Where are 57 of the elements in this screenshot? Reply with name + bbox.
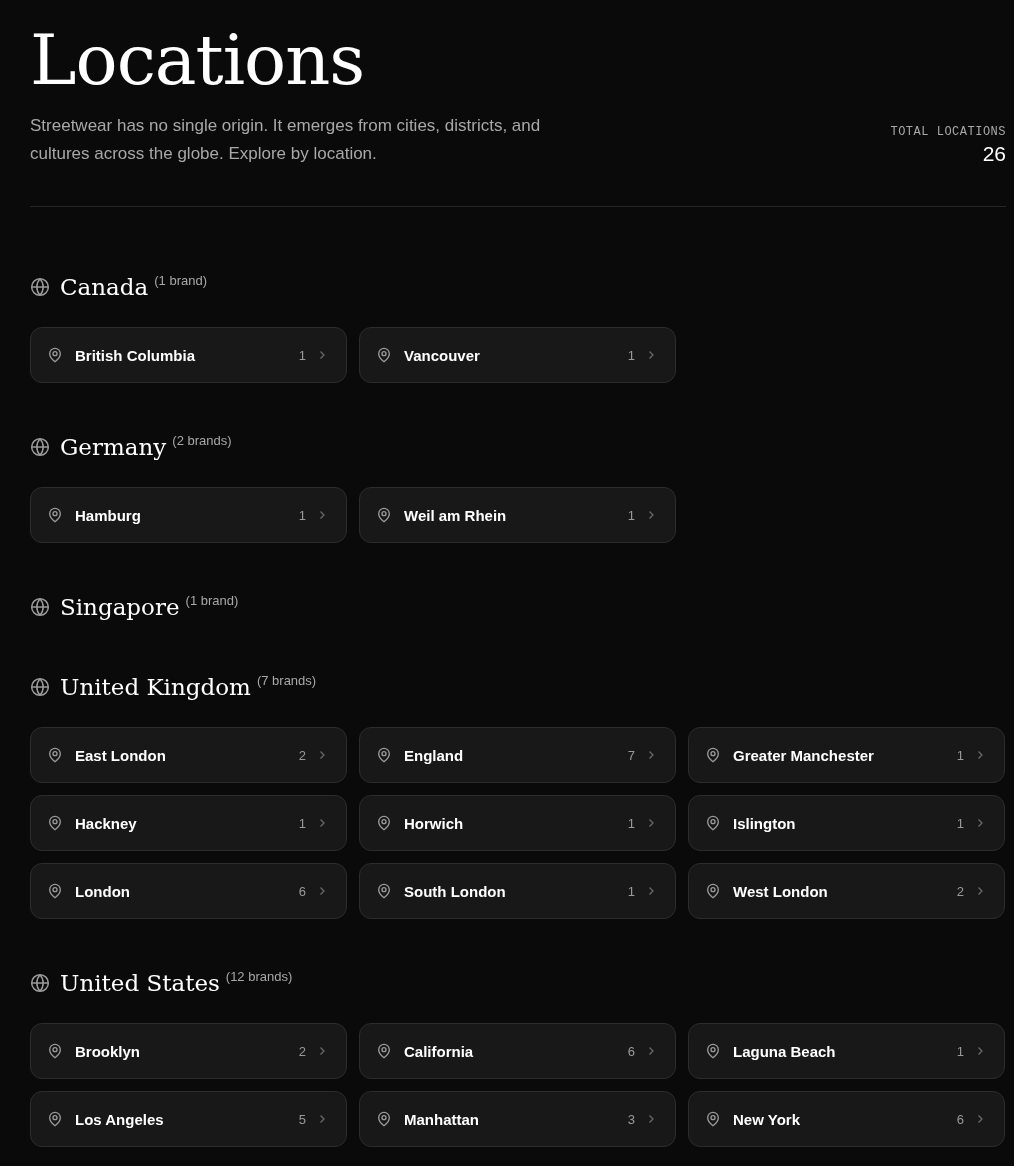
map-pin-icon [376, 507, 392, 523]
location-card[interactable]: Laguna Beach 1 [688, 1023, 1005, 1079]
country-heading: United Kingdom [60, 674, 251, 700]
map-pin-icon [47, 507, 63, 523]
location-card[interactable]: Greater Manchester 1 [688, 727, 1005, 783]
map-pin-icon [47, 347, 63, 363]
location-card[interactable]: California 6 [359, 1023, 676, 1079]
country-heading: Canada [60, 274, 149, 300]
map-pin-icon [47, 747, 63, 763]
total-value: 26 [982, 142, 1006, 166]
map-pin-icon [376, 1111, 392, 1127]
map-pin-icon [376, 747, 392, 763]
map-pin-icon [47, 883, 63, 899]
location-card[interactable]: London 6 [30, 863, 347, 919]
globe-icon [30, 277, 50, 297]
page-description: Streetwear has no single origin. It emerges from cities, districts, and cultures across the globe. Explore by location. [30, 115, 542, 165]
country-heading: Singapore [60, 594, 180, 620]
globe-icon [30, 973, 50, 993]
map-pin-icon [376, 883, 392, 899]
brand-count: (12 brands) [225, 969, 293, 984]
location-card[interactable]: West London 2 [688, 863, 1005, 919]
location-card[interactable]: Los Angeles 5 [30, 1091, 347, 1147]
location-card[interactable]: Islington 1 [688, 795, 1005, 851]
map-pin-icon [705, 1043, 721, 1059]
location-card[interactable]: England 7 [359, 727, 676, 783]
map-pin-icon [47, 1111, 63, 1127]
map-pin-icon [47, 815, 63, 831]
location-card[interactable]: Weil am Rhein 1 [359, 487, 676, 543]
map-pin-icon [376, 1043, 392, 1059]
map-pin-icon [705, 1111, 721, 1127]
map-pin-icon [705, 883, 721, 899]
location-card[interactable]: British Columbia 1 [30, 327, 347, 383]
brand-count: (1 brand) [185, 593, 239, 608]
total-label: TOTAL LOCATIONS [890, 125, 1006, 139]
location-card[interactable]: Manhattan 3 [359, 1091, 676, 1147]
location-card[interactable]: Brooklyn 2 [30, 1023, 347, 1079]
page-title: Locations [30, 18, 366, 103]
brand-count: (2 brands) [172, 433, 232, 448]
map-pin-icon [47, 1043, 63, 1059]
map-pin-icon [376, 347, 392, 363]
map-pin-icon [705, 815, 721, 831]
globe-icon [30, 437, 50, 457]
globe-icon [30, 677, 50, 697]
globe-icon [30, 597, 50, 617]
location-card[interactable]: East London 2 [30, 727, 347, 783]
map-pin-icon [376, 815, 392, 831]
location-card[interactable]: South London 1 [359, 863, 676, 919]
location-card[interactable]: Horwich 1 [359, 795, 676, 851]
country-heading: Germany [60, 434, 167, 460]
country-heading: United States [60, 970, 220, 996]
location-card[interactable]: Hackney 1 [30, 795, 347, 851]
location-card[interactable]: Vancouver 1 [359, 327, 676, 383]
brand-count: (1 brand) [154, 273, 208, 288]
brand-count: (7 brands) [256, 673, 317, 688]
map-pin-icon [705, 747, 721, 763]
location-card[interactable]: New York 6 [688, 1091, 1005, 1147]
location-card[interactable]: Hamburg 1 [30, 487, 347, 543]
